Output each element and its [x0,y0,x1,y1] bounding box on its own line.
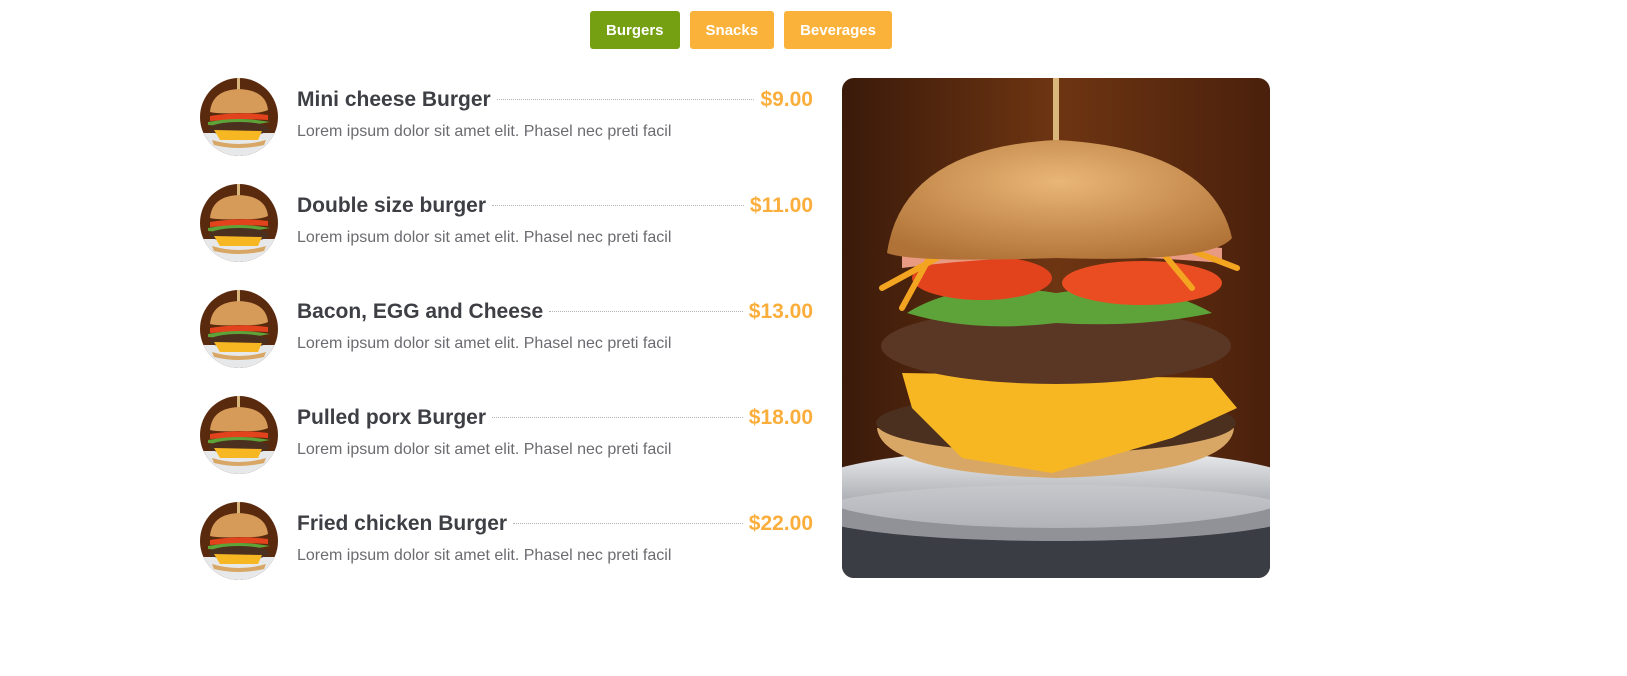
menu-item-name: Pulled porx Burger [297,406,487,429]
menu-list: Mini cheese Burger $9.00 Lorem ipsum dol… [200,78,813,608]
menu-item-price: $9.00 [760,88,813,111]
menu-item-header: Pulled porx Burger $18.00 [297,406,813,430]
menu-item-description: Lorem ipsum dolor sit amet elit. Phasel … [297,229,672,246]
menu-item-price: $11.00 [749,194,813,217]
menu-item-price: $18.00 [748,406,813,429]
menu-item-price: $22.00 [748,512,813,535]
menu-item-description: Lorem ipsum dolor sit amet elit. Phasel … [297,441,672,458]
menu-item[interactable]: Double size burger $11.00 Lorem ipsum do… [200,184,813,290]
menu-item-header: Bacon, EGG and Cheese $13.00 [297,300,813,324]
cheeseburger-photo [842,78,1270,578]
dotted-leader [492,205,744,206]
menu-item-description: Lorem ipsum dolor sit amet elit. Phasel … [297,123,672,140]
menu-item-name: Bacon, EGG and Cheese [297,300,544,323]
menu-item[interactable]: Bacon, EGG and Cheese $13.00 Lorem ipsum… [200,290,813,396]
tab-burgers[interactable]: Burgers [590,11,680,49]
menu-item-price: $13.00 [748,300,813,323]
burger-thumbnail [200,78,278,156]
menu-item-name: Mini cheese Burger [297,88,491,111]
menu-item-name: Double size burger [297,194,487,217]
menu-item-description: Lorem ipsum dolor sit amet elit. Phasel … [297,547,672,564]
menu-item-header: Fried chicken Burger $22.00 [297,512,813,536]
dotted-leader [549,311,743,312]
dotted-leader [492,417,743,418]
menu-item[interactable]: Mini cheese Burger $9.00 Lorem ipsum dol… [200,78,813,184]
dotted-leader [496,99,755,100]
burger-thumbnail [200,290,278,368]
menu-item-description: Lorem ipsum dolor sit amet elit. Phasel … [297,335,672,352]
burger-thumbnail [200,396,278,474]
dotted-leader [513,523,743,524]
burger-thumbnail [200,184,278,262]
menu-item[interactable]: Fried chicken Burger $22.00 Lorem ipsum … [200,502,813,608]
menu-item-header: Mini cheese Burger $9.00 [297,88,813,112]
menu-item[interactable]: Pulled porx Burger $18.00 Lorem ipsum do… [200,396,813,502]
category-tabs: Burgers Snacks Beverages [590,11,892,49]
tab-beverages[interactable]: Beverages [784,11,892,49]
burger-thumbnail [200,502,278,580]
menu-item-header: Double size burger $11.00 [297,194,813,218]
tab-snacks[interactable]: Snacks [689,11,775,49]
menu-item-name: Fried chicken Burger [297,512,508,535]
